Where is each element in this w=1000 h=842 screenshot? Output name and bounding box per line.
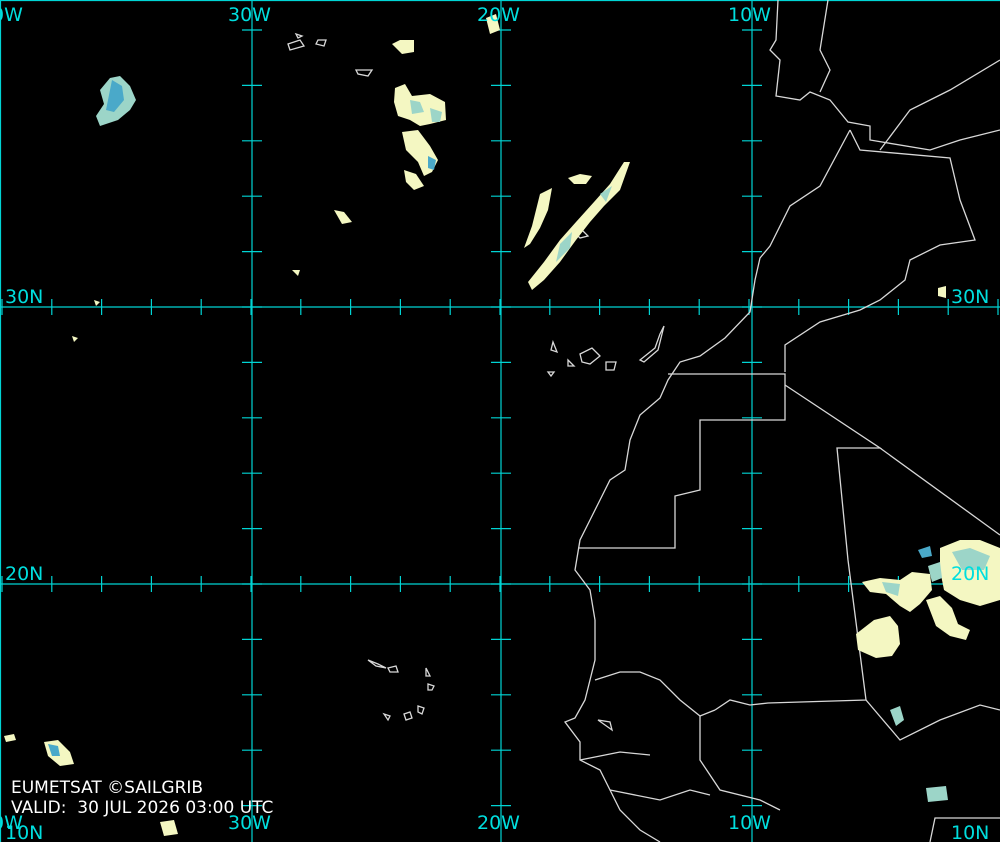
credit-valid-time: VALID: 30 JUL 2026 03:00 UTC bbox=[11, 798, 274, 818]
lon-label-top-10w: 10W bbox=[728, 4, 771, 26]
lon-label-top-20w: 20W bbox=[477, 4, 520, 26]
map-layer bbox=[0, 0, 1000, 842]
satellite-map: 0W 30W 20W 10W 0W 30W 20W 10W 30N 20N 10… bbox=[0, 0, 1000, 842]
lat-label-right-10n: 10N bbox=[951, 822, 990, 842]
cloud-cover bbox=[4, 14, 1000, 836]
lon-label-top-0: 0W bbox=[0, 4, 23, 26]
lat-label-left-20n: 20N bbox=[5, 563, 44, 585]
credit-source: EUMETSAT ©SAILGRIB bbox=[11, 778, 204, 798]
lat-label-right-30n: 30N bbox=[951, 286, 990, 308]
lon-label-top-30w: 30W bbox=[228, 4, 271, 26]
lat-label-left-30n: 30N bbox=[5, 286, 44, 308]
lon-label-bottom-10w: 10W bbox=[728, 812, 771, 834]
lat-label-right-20n: 20N bbox=[951, 563, 990, 585]
lat-lon-grid bbox=[0, 0, 1000, 842]
lon-label-bottom-20w: 20W bbox=[477, 812, 520, 834]
lat-label-left-10n: 10N bbox=[5, 822, 44, 842]
